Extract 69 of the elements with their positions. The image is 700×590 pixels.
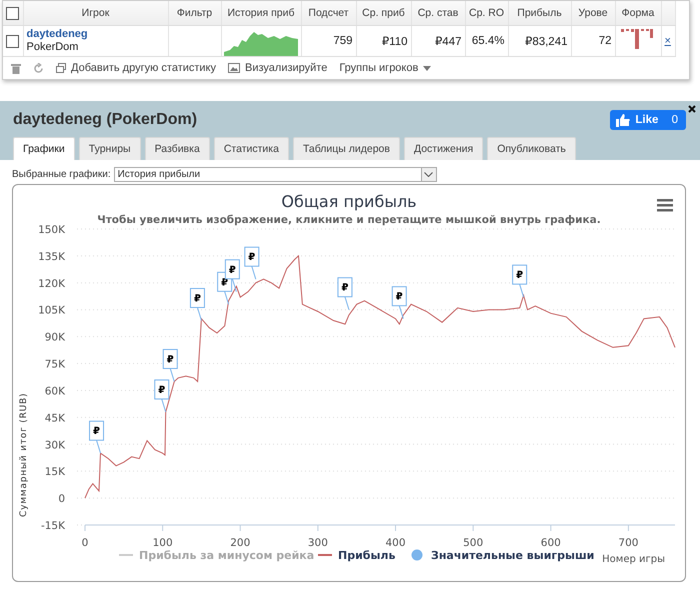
x-tick-label: 500	[463, 537, 484, 549]
select-all-checkbox[interactable]	[6, 6, 20, 20]
y-tick-label: 75K	[44, 358, 65, 371]
close-icon[interactable]	[688, 105, 696, 113]
chart-select[interactable]: История прибыли	[114, 167, 437, 182]
y-tick-label: -15K	[40, 520, 65, 532]
tab[interactable]: Турниры	[78, 137, 141, 160]
legend-item[interactable]: Прибыль	[318, 549, 396, 562]
annotation: ₽	[93, 426, 100, 438]
panel-title: daytedeneg (PokerDom)	[13, 111, 198, 129]
site-name: PokerDom	[26, 41, 78, 53]
visualize-button[interactable]: Визуализируйте	[228, 62, 328, 74]
y-tick-label: 105K	[38, 304, 65, 317]
chevron-icon	[424, 172, 434, 177]
tab[interactable]: Таблицы лидеров	[292, 137, 400, 160]
y-tick-label: 60K	[44, 385, 65, 398]
roi-cell: 65.4%	[472, 35, 504, 47]
chart-title: Общая прибыль	[281, 192, 417, 211]
y-tick-label: 120K	[38, 278, 65, 290]
tab[interactable]: Опубликовать	[487, 137, 576, 160]
chart-select-label: Выбранные графики:	[12, 169, 111, 180]
player-groups-dropdown[interactable]: Группы игроков	[339, 62, 432, 74]
tab[interactable]: Графики	[13, 137, 75, 160]
tab[interactable]: Статистика	[214, 137, 289, 160]
x-tick-label: 100	[152, 537, 173, 549]
player-link[interactable]: daytedeneg	[26, 28, 88, 40]
level-cell: 72	[598, 35, 612, 47]
x-tick-label: 300	[308, 537, 328, 549]
x-axis-title: Номер игры	[602, 554, 665, 565]
count-cell: 759	[333, 35, 352, 47]
like-button[interactable]: Like 0	[610, 110, 686, 130]
avg-stake-cell: ₽447	[434, 36, 462, 48]
x-tick-label: 0	[82, 537, 88, 549]
menu-icon[interactable]	[657, 199, 673, 212]
add-stat-icon	[56, 63, 66, 73]
image-icon	[228, 63, 240, 73]
trash-icon[interactable]	[11, 62, 21, 74]
y-tick-label: 90K	[44, 332, 65, 344]
row-checkbox[interactable]	[6, 34, 19, 48]
y-tick-label: 150K	[38, 224, 65, 236]
annotation: ₽	[158, 384, 166, 396]
x-tick-label: 700	[618, 537, 638, 549]
y-tick-label: 0	[58, 493, 65, 506]
add-stat-button[interactable]: Добавить другую статистику	[56, 62, 216, 74]
legend-label: Прибыль	[338, 549, 396, 562]
annotation: ₽	[166, 354, 174, 366]
annotation: ₽	[341, 282, 348, 294]
legend-item[interactable]: Значительные выигрыши	[412, 549, 594, 562]
caret-icon	[423, 66, 432, 70]
remove-link[interactable]: ×	[664, 35, 671, 47]
column-header[interactable]: Игрок	[82, 7, 110, 19]
y-axis-title: Суммарный итог (RUB)	[19, 392, 29, 517]
thumbs-up-icon	[616, 114, 630, 126]
tab[interactable]: Разбивка	[144, 137, 210, 160]
annotation: ₽	[396, 292, 403, 303]
chart-subtitle: Чтобы увеличить изображение, кликните и перетащите мышкой внутрь графика.	[97, 214, 601, 226]
annotation: ₽	[194, 293, 201, 304]
tab[interactable]: Достижения	[404, 137, 484, 160]
y-tick-label: 135K	[38, 250, 65, 263]
y-tick-label: 15K	[44, 466, 65, 478]
annotation: ₽	[248, 252, 256, 264]
x-tick-label: 600	[540, 537, 561, 549]
y-tick-label: 30K	[44, 439, 65, 452]
avg-profit-cell: ₽110	[382, 36, 408, 48]
x-tick-label: 200	[230, 537, 250, 549]
annotation: ₽	[516, 270, 524, 282]
profit-cell: ₽83,241	[525, 36, 568, 48]
x-tick-label: 400	[386, 537, 406, 549]
y-tick-label: 45K	[44, 412, 65, 424]
